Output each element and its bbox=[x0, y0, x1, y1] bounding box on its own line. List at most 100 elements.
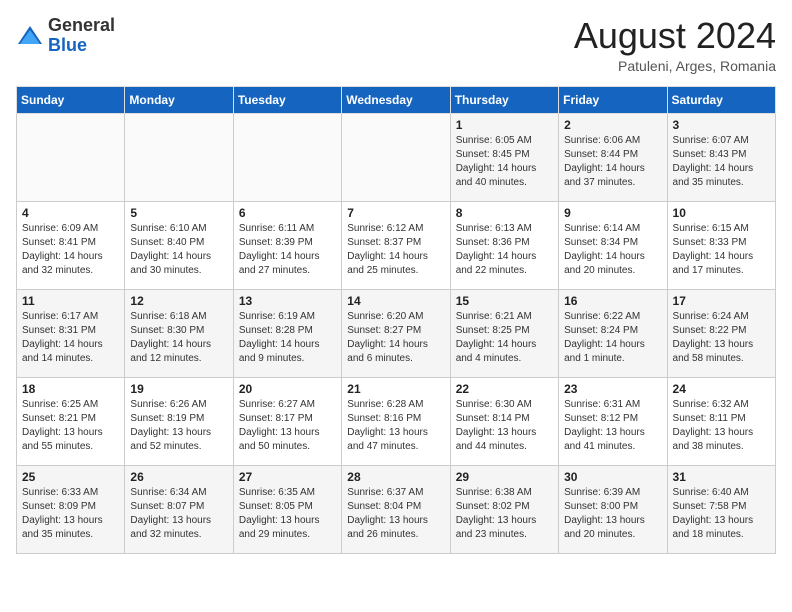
calendar-cell: 9 Sunrise: 6:14 AM Sunset: 8:34 PM Daylig… bbox=[559, 201, 667, 289]
day-info: Sunrise: 6:38 AM Sunset: 8:02 PM Dayligh… bbox=[456, 486, 553, 542]
page-header: General Blue August 2024 Patuleni, Arges… bbox=[16, 16, 776, 74]
day-number: 14 bbox=[347, 294, 444, 308]
calendar-cell: 29 Sunrise: 6:38 AM Sunset: 8:02 PM Dayli… bbox=[450, 465, 558, 553]
calendar-cell: 14 Sunrise: 6:20 AM Sunset: 8:27 PM Dayli… bbox=[342, 289, 450, 377]
day-number: 31 bbox=[673, 470, 770, 484]
calendar-cell: 10 Sunrise: 6:15 AM Sunset: 8:33 PM Dayli… bbox=[667, 201, 775, 289]
calendar-table: SundayMondayTuesdayWednesdayThursdayFrid… bbox=[16, 86, 776, 554]
day-info: Sunrise: 6:28 AM Sunset: 8:16 PM Dayligh… bbox=[347, 398, 444, 454]
day-number: 3 bbox=[673, 118, 770, 132]
day-number: 23 bbox=[564, 382, 661, 396]
day-info: Sunrise: 6:40 AM Sunset: 7:58 PM Dayligh… bbox=[673, 486, 770, 542]
day-number: 24 bbox=[673, 382, 770, 396]
day-info: Sunrise: 6:07 AM Sunset: 8:43 PM Dayligh… bbox=[673, 134, 770, 190]
day-info: Sunrise: 6:24 AM Sunset: 8:22 PM Dayligh… bbox=[673, 310, 770, 366]
logo: General Blue bbox=[16, 16, 115, 56]
weekday-header: Thursday bbox=[450, 86, 558, 113]
calendar-cell: 27 Sunrise: 6:35 AM Sunset: 8:05 PM Dayli… bbox=[233, 465, 341, 553]
day-info: Sunrise: 6:17 AM Sunset: 8:31 PM Dayligh… bbox=[22, 310, 119, 366]
day-number: 6 bbox=[239, 206, 336, 220]
calendar-week-row: 4Sunrise: 6:09 AM Sunset: 8:41 PM Daylig… bbox=[17, 201, 776, 289]
day-number: 12 bbox=[130, 294, 227, 308]
calendar-cell: 2Sunrise: 6:06 AM Sunset: 8:44 PM Daylig… bbox=[559, 113, 667, 201]
day-number: 1 bbox=[456, 118, 553, 132]
calendar-cell bbox=[342, 113, 450, 201]
day-info: Sunrise: 6:19 AM Sunset: 8:28 PM Dayligh… bbox=[239, 310, 336, 366]
weekday-header: Wednesday bbox=[342, 86, 450, 113]
day-number: 27 bbox=[239, 470, 336, 484]
day-info: Sunrise: 6:13 AM Sunset: 8:36 PM Dayligh… bbox=[456, 222, 553, 278]
day-info: Sunrise: 6:33 AM Sunset: 8:09 PM Dayligh… bbox=[22, 486, 119, 542]
day-number: 19 bbox=[130, 382, 227, 396]
calendar-cell: 30 Sunrise: 6:39 AM Sunset: 8:00 PM Dayli… bbox=[559, 465, 667, 553]
weekday-header: Saturday bbox=[667, 86, 775, 113]
calendar-cell: 22Sunrise: 6:30 AM Sunset: 8:14 PM Dayli… bbox=[450, 377, 558, 465]
logo-blue: Blue bbox=[48, 35, 87, 55]
calendar-cell: 16Sunrise: 6:22 AM Sunset: 8:24 PM Dayli… bbox=[559, 289, 667, 377]
day-info: Sunrise: 6:21 AM Sunset: 8:25 PM Dayligh… bbox=[456, 310, 553, 366]
day-info: Sunrise: 6:34 AM Sunset: 8:07 PM Dayligh… bbox=[130, 486, 227, 542]
day-number: 25 bbox=[22, 470, 119, 484]
calendar-cell: 6 Sunrise: 6:11 AM Sunset: 8:39 PM Daylig… bbox=[233, 201, 341, 289]
calendar-header-row: SundayMondayTuesdayWednesdayThursdayFrid… bbox=[17, 86, 776, 113]
calendar-cell: 24 Sunrise: 6:32 AM Sunset: 8:11 PM Dayli… bbox=[667, 377, 775, 465]
day-info: Sunrise: 6:39 AM Sunset: 8:00 PM Dayligh… bbox=[564, 486, 661, 542]
calendar-cell: 19 Sunrise: 6:26 AM Sunset: 8:19 PM Dayli… bbox=[125, 377, 233, 465]
day-info: Sunrise: 6:37 AM Sunset: 8:04 PM Dayligh… bbox=[347, 486, 444, 542]
day-info: Sunrise: 6:15 AM Sunset: 8:33 PM Dayligh… bbox=[673, 222, 770, 278]
day-number: 4 bbox=[22, 206, 119, 220]
calendar-cell: 12 Sunrise: 6:18 AM Sunset: 8:30 PM Dayli… bbox=[125, 289, 233, 377]
calendar-cell: 18Sunrise: 6:25 AM Sunset: 8:21 PM Dayli… bbox=[17, 377, 125, 465]
day-info: Sunrise: 6:32 AM Sunset: 8:11 PM Dayligh… bbox=[673, 398, 770, 454]
day-number: 17 bbox=[673, 294, 770, 308]
day-number: 15 bbox=[456, 294, 553, 308]
day-number: 2 bbox=[564, 118, 661, 132]
calendar-cell: 11Sunrise: 6:17 AM Sunset: 8:31 PM Dayli… bbox=[17, 289, 125, 377]
day-number: 10 bbox=[673, 206, 770, 220]
day-number: 30 bbox=[564, 470, 661, 484]
calendar-cell: 8 Sunrise: 6:13 AM Sunset: 8:36 PM Daylig… bbox=[450, 201, 558, 289]
calendar-cell: 4Sunrise: 6:09 AM Sunset: 8:41 PM Daylig… bbox=[17, 201, 125, 289]
calendar-cell: 28 Sunrise: 6:37 AM Sunset: 8:04 PM Dayli… bbox=[342, 465, 450, 553]
day-number: 28 bbox=[347, 470, 444, 484]
day-number: 26 bbox=[130, 470, 227, 484]
weekday-header: Tuesday bbox=[233, 86, 341, 113]
day-info: Sunrise: 6:14 AM Sunset: 8:34 PM Dayligh… bbox=[564, 222, 661, 278]
logo-icon bbox=[16, 22, 44, 50]
calendar-cell: 3 Sunrise: 6:07 AM Sunset: 8:43 PM Daylig… bbox=[667, 113, 775, 201]
month-year-title: August 2024 bbox=[574, 16, 776, 56]
weekday-header: Friday bbox=[559, 86, 667, 113]
calendar-cell: 1 Sunrise: 6:05 AM Sunset: 8:45 PM Daylig… bbox=[450, 113, 558, 201]
day-info: Sunrise: 6:12 AM Sunset: 8:37 PM Dayligh… bbox=[347, 222, 444, 278]
calendar-cell: 20Sunrise: 6:27 AM Sunset: 8:17 PM Dayli… bbox=[233, 377, 341, 465]
calendar-week-row: 25 Sunrise: 6:33 AM Sunset: 8:09 PM Dayli… bbox=[17, 465, 776, 553]
day-number: 22 bbox=[456, 382, 553, 396]
day-number: 13 bbox=[239, 294, 336, 308]
location-subtitle: Patuleni, Arges, Romania bbox=[574, 58, 776, 74]
day-info: Sunrise: 6:20 AM Sunset: 8:27 PM Dayligh… bbox=[347, 310, 444, 366]
day-info: Sunrise: 6:27 AM Sunset: 8:17 PM Dayligh… bbox=[239, 398, 336, 454]
day-info: Sunrise: 6:05 AM Sunset: 8:45 PM Dayligh… bbox=[456, 134, 553, 190]
calendar-cell: 21Sunrise: 6:28 AM Sunset: 8:16 PM Dayli… bbox=[342, 377, 450, 465]
day-number: 29 bbox=[456, 470, 553, 484]
day-info: Sunrise: 6:35 AM Sunset: 8:05 PM Dayligh… bbox=[239, 486, 336, 542]
calendar-cell bbox=[233, 113, 341, 201]
title-block: August 2024 Patuleni, Arges, Romania bbox=[574, 16, 776, 74]
calendar-cell: 23Sunrise: 6:31 AM Sunset: 8:12 PM Dayli… bbox=[559, 377, 667, 465]
calendar-cell: 13 Sunrise: 6:19 AM Sunset: 8:28 PM Dayli… bbox=[233, 289, 341, 377]
day-info: Sunrise: 6:18 AM Sunset: 8:30 PM Dayligh… bbox=[130, 310, 227, 366]
day-info: Sunrise: 6:10 AM Sunset: 8:40 PM Dayligh… bbox=[130, 222, 227, 278]
calendar-cell: 31 Sunrise: 6:40 AM Sunset: 7:58 PM Dayli… bbox=[667, 465, 775, 553]
day-info: Sunrise: 6:26 AM Sunset: 8:19 PM Dayligh… bbox=[130, 398, 227, 454]
calendar-cell: 26 Sunrise: 6:34 AM Sunset: 8:07 PM Dayli… bbox=[125, 465, 233, 553]
day-number: 9 bbox=[564, 206, 661, 220]
day-number: 7 bbox=[347, 206, 444, 220]
day-number: 18 bbox=[22, 382, 119, 396]
calendar-cell: 5Sunrise: 6:10 AM Sunset: 8:40 PM Daylig… bbox=[125, 201, 233, 289]
logo-general: General bbox=[48, 15, 115, 35]
day-number: 8 bbox=[456, 206, 553, 220]
calendar-cell bbox=[125, 113, 233, 201]
day-info: Sunrise: 6:11 AM Sunset: 8:39 PM Dayligh… bbox=[239, 222, 336, 278]
calendar-week-row: 1 Sunrise: 6:05 AM Sunset: 8:45 PM Daylig… bbox=[17, 113, 776, 201]
weekday-header: Sunday bbox=[17, 86, 125, 113]
